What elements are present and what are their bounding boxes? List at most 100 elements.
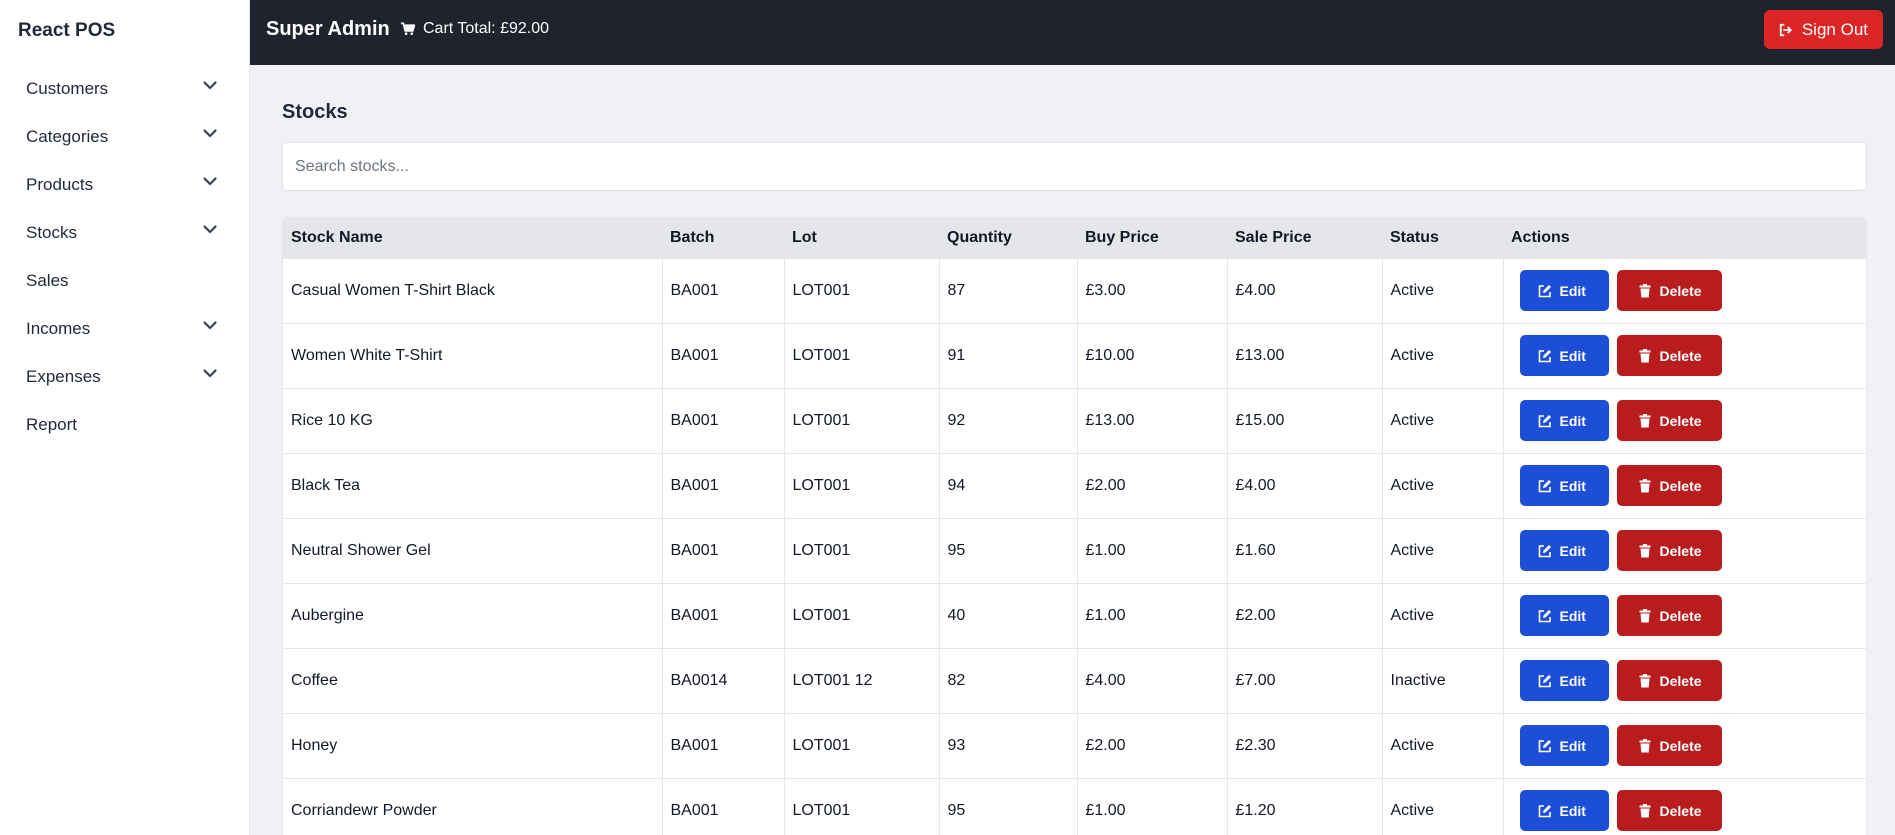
edit-button[interactable]: Edit bbox=[1519, 660, 1609, 701]
edit-button[interactable]: Edit bbox=[1519, 270, 1609, 311]
delete-label: Delete bbox=[1659, 412, 1702, 429]
sale-price-cell: £13.00 bbox=[1227, 323, 1383, 388]
column-header-lot: Lot bbox=[792, 228, 817, 246]
sidebar-nav: Customers Categories Products Stocks Sales In… bbox=[0, 65, 250, 449]
table-row: Rice 10 KG BA001 LOT001 92 £13.00 £15.00 Activ… bbox=[283, 388, 1866, 453]
chevron-down-icon bbox=[202, 77, 218, 93]
sale-price-cell: £2.00 bbox=[1227, 583, 1383, 648]
delete-button[interactable]: Delete bbox=[1616, 400, 1722, 441]
sidebar-item-label: Incomes bbox=[26, 319, 91, 338]
edit-button[interactable]: Edit bbox=[1519, 400, 1609, 441]
edit-icon bbox=[1538, 284, 1552, 298]
quantity-cell: 95 bbox=[939, 778, 1078, 835]
status-cell: Active bbox=[1382, 778, 1504, 835]
delete-button[interactable]: Delete bbox=[1616, 595, 1722, 636]
edit-icon bbox=[1538, 479, 1552, 493]
edit-button[interactable]: Edit bbox=[1519, 725, 1609, 766]
chevron-down-icon bbox=[202, 317, 218, 333]
sidebar-item-customers[interactable]: Customers bbox=[0, 65, 250, 113]
lot-cell: LOT001 bbox=[784, 778, 940, 835]
delete-label: Delete bbox=[1659, 672, 1702, 689]
actions-cell: Edit Delete bbox=[1503, 583, 1866, 648]
row-actions: Edit Delete bbox=[1512, 270, 1859, 311]
batch-cell: BA001 bbox=[662, 323, 785, 388]
row-actions: Edit Delete bbox=[1512, 790, 1859, 832]
quantity-cell: 40 bbox=[939, 583, 1078, 648]
quantity-cell: 87 bbox=[939, 258, 1078, 323]
lot-cell: LOT001 bbox=[784, 518, 940, 583]
delete-button[interactable]: Delete bbox=[1616, 335, 1722, 376]
batch-cell: BA001 bbox=[662, 518, 785, 583]
edit-button[interactable]: Edit bbox=[1519, 335, 1609, 376]
quantity-cell: 92 bbox=[939, 388, 1078, 453]
lot-cell: LOT001 12 bbox=[784, 648, 940, 713]
column-header-quantity: Quantity bbox=[947, 228, 1012, 246]
sidebar-item-label: Stocks bbox=[26, 223, 78, 242]
stock-name-cell: Aubergine bbox=[283, 583, 663, 648]
sidebar-item-report[interactable]: Report bbox=[0, 401, 250, 449]
delete-button[interactable]: Delete bbox=[1616, 660, 1722, 701]
sidebar-item-expenses[interactable]: Expenses bbox=[0, 353, 250, 401]
sale-price-cell: £4.00 bbox=[1227, 258, 1383, 323]
edit-icon bbox=[1538, 674, 1552, 688]
delete-label: Delete bbox=[1659, 347, 1702, 364]
delete-button[interactable]: Delete bbox=[1616, 725, 1722, 766]
delete-label: Delete bbox=[1659, 542, 1702, 559]
actions-cell: Edit Delete bbox=[1503, 453, 1866, 518]
column-header-buy-price: Buy Price bbox=[1085, 228, 1159, 246]
actions-cell: Edit Delete bbox=[1503, 713, 1866, 778]
row-actions: Edit Delete bbox=[1512, 530, 1859, 571]
top-bar: Super Admin Cart Total: £92.00 Sign Out bbox=[250, 0, 1895, 65]
trash-icon bbox=[1638, 478, 1652, 493]
edit-button[interactable]: Edit bbox=[1519, 595, 1609, 636]
delete-button[interactable]: Delete bbox=[1616, 790, 1722, 832]
sidebar-item-stocks[interactable]: Stocks bbox=[0, 209, 250, 257]
row-actions: Edit Delete bbox=[1512, 660, 1859, 701]
table-row: Neutral Shower Gel BA001 LOT001 95 £1.00 £1.6… bbox=[283, 518, 1866, 583]
sale-price-cell: £1.20 bbox=[1227, 778, 1383, 835]
sidebar-item-products[interactable]: Products bbox=[0, 161, 250, 209]
cart-icon bbox=[401, 22, 415, 36]
edit-button[interactable]: Edit bbox=[1519, 790, 1609, 832]
edit-label: Edit bbox=[1559, 412, 1586, 429]
stocks-table-container: Stock Name Batch Lot Quantity Buy Price Sale … bbox=[282, 217, 1867, 835]
stock-name-cell: Rice 10 KG bbox=[283, 388, 663, 453]
row-actions: Edit Delete bbox=[1512, 725, 1859, 766]
sale-price-cell: £1.60 bbox=[1227, 518, 1383, 583]
sign-out-button[interactable]: Sign Out bbox=[1763, 10, 1883, 49]
user-role-title: Super Admin bbox=[266, 18, 390, 40]
delete-label: Delete bbox=[1659, 802, 1702, 819]
batch-cell: BA001 bbox=[662, 258, 785, 323]
batch-cell: BA001 bbox=[662, 453, 785, 518]
delete-button[interactable]: Delete bbox=[1616, 530, 1722, 571]
edit-icon bbox=[1538, 544, 1552, 558]
sidebar-item-label: Customers bbox=[26, 79, 109, 98]
edit-label: Edit bbox=[1559, 477, 1586, 494]
table-row: Women White T-Shirt BA001 LOT001 91 £10.00 £1… bbox=[283, 323, 1866, 388]
buy-price-cell: £10.00 bbox=[1077, 323, 1228, 388]
table-row: Black Tea BA001 LOT001 94 £2.00 £4.00 Active Ed… bbox=[283, 453, 1866, 518]
edit-button[interactable]: Edit bbox=[1519, 530, 1609, 571]
chevron-down-icon bbox=[202, 173, 218, 189]
row-actions: Edit Delete bbox=[1512, 465, 1859, 506]
edit-label: Edit bbox=[1559, 542, 1586, 559]
sidebar-item-sales[interactable]: Sales bbox=[0, 257, 250, 305]
edit-button[interactable]: Edit bbox=[1519, 465, 1609, 506]
delete-button[interactable]: Delete bbox=[1616, 270, 1722, 311]
stock-name-cell: Casual Women T-Shirt Black bbox=[283, 258, 663, 323]
sign-out-label: Sign Out bbox=[1801, 19, 1868, 39]
search-input[interactable] bbox=[282, 142, 1867, 191]
trash-icon bbox=[1638, 608, 1652, 623]
stock-name-cell: Neutral Shower Gel bbox=[283, 518, 663, 583]
sidebar-item-incomes[interactable]: Incomes bbox=[0, 305, 250, 353]
delete-label: Delete bbox=[1659, 282, 1702, 299]
status-cell: Inactive bbox=[1382, 648, 1504, 713]
delete-button[interactable]: Delete bbox=[1616, 465, 1722, 506]
buy-price-cell: £2.00 bbox=[1077, 713, 1228, 778]
table-body: Casual Women T-Shirt Black BA001 LOT001 87 £… bbox=[283, 258, 1866, 835]
sidebar-item-categories[interactable]: Categories bbox=[0, 113, 250, 161]
column-header-stock-name: Stock Name bbox=[291, 228, 383, 246]
table-row: Corriandewr Powder BA001 LOT001 95 £1.00 £1.2… bbox=[283, 778, 1866, 835]
quantity-cell: 94 bbox=[939, 453, 1078, 518]
edit-label: Edit bbox=[1559, 347, 1586, 364]
